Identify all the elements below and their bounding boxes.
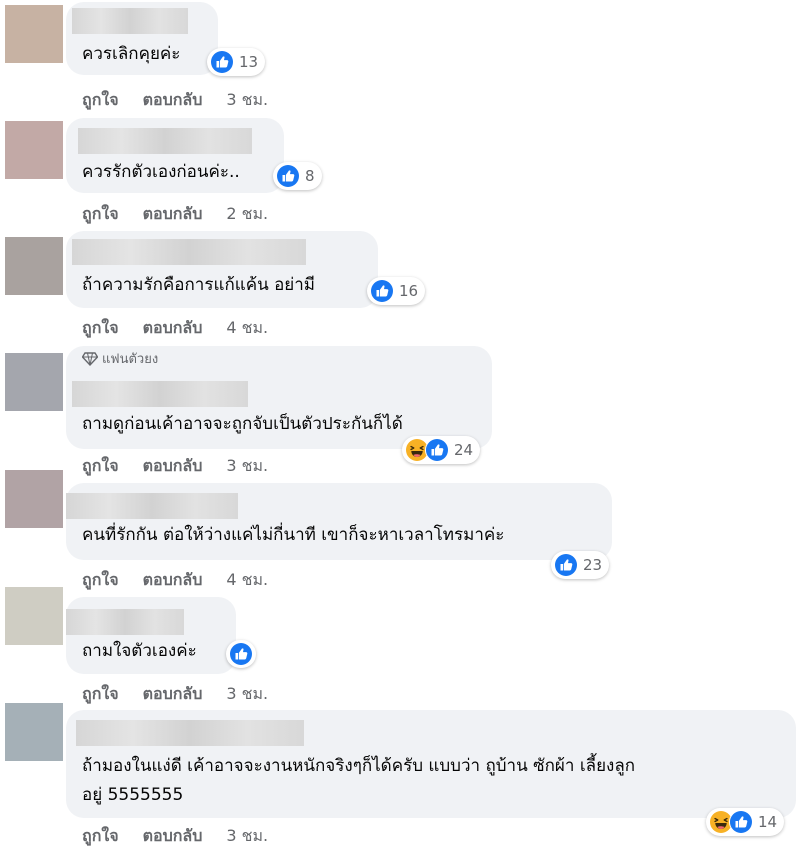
avatar[interactable] bbox=[5, 353, 63, 411]
timestamp[interactable]: 4 ชม. bbox=[226, 316, 268, 341]
author-name-blurred[interactable] bbox=[72, 8, 188, 34]
avatar[interactable] bbox=[5, 703, 63, 761]
reaction-count: 23 bbox=[583, 556, 603, 574]
like-icon bbox=[229, 642, 253, 666]
like-button[interactable]: ถูกใจ bbox=[82, 824, 119, 849]
comment-text-line2: อยู่ 5555555 bbox=[82, 785, 184, 805]
reaction-summary[interactable]: 14 bbox=[706, 808, 785, 836]
timestamp[interactable]: 3 ชม. bbox=[226, 454, 268, 479]
timestamp[interactable]: 4 ชม. bbox=[226, 568, 268, 593]
comment-text: ถ้าความรักคือการแก้แค้น อย่ามี bbox=[82, 275, 316, 295]
like-icon bbox=[276, 164, 300, 188]
timestamp[interactable]: 3 ชม. bbox=[226, 824, 268, 849]
timestamp[interactable]: 3 ชม. bbox=[226, 682, 268, 707]
comment-text: ถามใจตัวเองค่ะ bbox=[82, 641, 197, 661]
comment-actions: ถูกใจ ตอบกลับ 3 ชม. bbox=[82, 682, 268, 707]
reply-button[interactable]: ตอบกลับ bbox=[143, 682, 203, 707]
reaction-count: 8 bbox=[305, 167, 315, 185]
reply-button[interactable]: ตอบกลับ bbox=[143, 824, 203, 849]
like-icon bbox=[729, 810, 753, 834]
reaction-count: 14 bbox=[758, 813, 778, 831]
comment-text: คนที่รักกัน ต่อให้ว่างแค่ไม่กี่นาที เขาก… bbox=[82, 525, 505, 545]
reaction-summary[interactable]: 23 bbox=[551, 551, 610, 579]
author-name-blurred[interactable] bbox=[76, 720, 304, 746]
comment-bubble: คนที่รักกัน ต่อให้ว่างแค่ไม่กี่นาที เขาก… bbox=[66, 483, 612, 560]
avatar[interactable] bbox=[5, 121, 63, 179]
reaction-summary[interactable]: 24 bbox=[402, 436, 481, 464]
comment-actions: ถูกใจ ตอบกลับ 3 ชม. bbox=[82, 454, 268, 479]
reply-button[interactable]: ตอบกลับ bbox=[143, 316, 203, 341]
comment-text: ถ้ามองในแง่ดี เค้าอาจจะงานหนักจริงๆก็ได้… bbox=[82, 756, 636, 776]
reaction-count: 16 bbox=[399, 282, 419, 300]
comment-bubble: ถ้าความรักคือการแก้แค้น อย่ามี bbox=[66, 231, 378, 308]
comment-text: ถามดูก่อนเค้าอาจจะถูกจับเป็นตัวประกันก็ไ… bbox=[82, 414, 403, 434]
like-icon bbox=[370, 279, 394, 303]
like-icon bbox=[210, 50, 234, 74]
comment-actions: ถูกใจ ตอบกลับ 2 ชม. bbox=[82, 202, 268, 227]
author-name-blurred[interactable] bbox=[78, 128, 252, 154]
comment-actions: ถูกใจ ตอบกลับ 3 ชม. bbox=[82, 88, 268, 113]
like-icon bbox=[554, 553, 578, 577]
like-button[interactable]: ถูกใจ bbox=[82, 568, 119, 593]
reaction-count: 24 bbox=[454, 441, 474, 459]
reply-button[interactable]: ตอบกลับ bbox=[143, 88, 203, 113]
avatar[interactable] bbox=[5, 587, 63, 645]
comment-bubble: ถ้ามองในแง่ดี เค้าอาจจะงานหนักจริงๆก็ได้… bbox=[66, 710, 796, 818]
diamond-icon bbox=[82, 351, 98, 366]
timestamp[interactable]: 3 ชม. bbox=[226, 88, 268, 113]
like-button[interactable]: ถูกใจ bbox=[82, 454, 119, 479]
comment-text: ควรรักตัวเองก่อนค่ะ.. bbox=[82, 162, 240, 182]
reaction-summary[interactable]: 16 bbox=[367, 277, 426, 305]
comment-actions: ถูกใจ ตอบกลับ 3 ชม. bbox=[82, 824, 268, 849]
reply-button[interactable]: ตอบกลับ bbox=[143, 202, 203, 227]
reaction-summary[interactable] bbox=[226, 640, 256, 668]
author-name-blurred[interactable] bbox=[66, 609, 184, 635]
like-button[interactable]: ถูกใจ bbox=[82, 316, 119, 341]
badge-label: แฟนตัวยง bbox=[102, 352, 159, 367]
reply-button[interactable]: ตอบกลับ bbox=[143, 454, 203, 479]
avatar[interactable] bbox=[5, 5, 63, 63]
reply-button[interactable]: ตอบกลับ bbox=[143, 568, 203, 593]
comment-bubble: ควรเลิกคุยค่ะ bbox=[66, 2, 218, 75]
comment-bubble: แฟนตัวยง ถามดูก่อนเค้าอาจจะถูกจับเป็นตัว… bbox=[66, 346, 492, 449]
author-name-blurred[interactable] bbox=[72, 239, 306, 265]
like-button[interactable]: ถูกใจ bbox=[82, 88, 119, 113]
comment-bubble: ควรรักตัวเองก่อนค่ะ.. bbox=[66, 118, 284, 193]
reaction-summary[interactable]: 13 bbox=[207, 48, 266, 76]
top-fan-badge[interactable]: แฟนตัวยง bbox=[82, 348, 158, 369]
comment-actions: ถูกใจ ตอบกลับ 4 ชม. bbox=[82, 568, 268, 593]
comment-bubble: ถามใจตัวเองค่ะ bbox=[66, 597, 236, 674]
like-icon bbox=[425, 438, 449, 462]
author-name-blurred[interactable] bbox=[72, 381, 248, 407]
reaction-count: 13 bbox=[239, 53, 259, 71]
like-button[interactable]: ถูกใจ bbox=[82, 202, 119, 227]
avatar[interactable] bbox=[5, 237, 63, 295]
comment-actions: ถูกใจ ตอบกลับ 4 ชม. bbox=[82, 316, 268, 341]
reaction-summary[interactable]: 8 bbox=[273, 162, 322, 190]
timestamp[interactable]: 2 ชม. bbox=[226, 202, 268, 227]
comment-text: ควรเลิกคุยค่ะ bbox=[82, 44, 181, 64]
author-name-blurred[interactable] bbox=[66, 493, 238, 519]
like-button[interactable]: ถูกใจ bbox=[82, 682, 119, 707]
avatar[interactable] bbox=[5, 470, 63, 528]
